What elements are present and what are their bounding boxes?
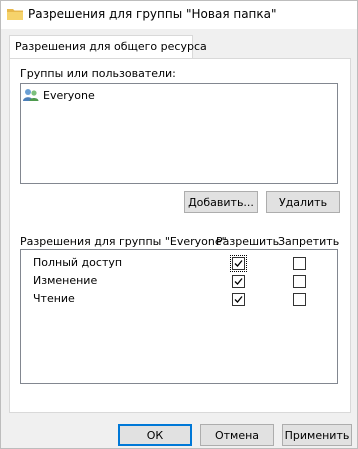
allow-checkbox-full-control[interactable] xyxy=(230,255,247,272)
ok-button[interactable]: ОК xyxy=(118,424,192,446)
permission-name: Изменение xyxy=(33,274,98,287)
permissions-header: Разрешения для группы "Everyone" xyxy=(20,235,227,248)
groups-label: Группы или пользователи: xyxy=(20,67,176,80)
permission-name: Чтение xyxy=(33,292,75,305)
allow-column-header: Разрешить xyxy=(216,235,280,248)
permission-row-change: Изменение xyxy=(21,273,337,291)
deny-checkbox-full-control[interactable] xyxy=(293,257,306,270)
users-icon xyxy=(23,88,39,102)
list-item-label: Everyone xyxy=(43,88,95,102)
deny-column-header: Запретить xyxy=(278,235,340,248)
apply-button[interactable]: Применить xyxy=(282,424,352,446)
title-bar: Разрешения для группы "Новая папка" xyxy=(1,1,357,29)
tab-panel: Группы или пользователи: Everyone Добави… xyxy=(9,58,351,413)
list-item[interactable]: Everyone xyxy=(23,86,95,104)
permission-name: Полный доступ xyxy=(33,256,123,269)
window-title: Разрешения для группы "Новая папка" xyxy=(28,7,277,21)
folder-icon xyxy=(7,7,23,21)
deny-checkbox-change[interactable] xyxy=(293,275,306,288)
cancel-button[interactable]: Отмена xyxy=(200,424,274,446)
tab-share-permissions[interactable]: Разрешения для общего ресурса xyxy=(9,35,207,58)
permission-row-read: Чтение xyxy=(21,291,337,309)
allow-checkbox-read[interactable] xyxy=(232,293,245,306)
deny-checkbox-read[interactable] xyxy=(293,293,306,306)
allow-checkbox-change[interactable] xyxy=(232,275,245,288)
remove-button[interactable]: Удалить xyxy=(266,191,340,213)
tab-bar: Разрешения для общего ресурса xyxy=(9,35,351,59)
permissions-list: Полный доступ Изменение Чтение xyxy=(20,249,338,384)
permissions-dialog: Разрешения для группы "Новая папка" Разр… xyxy=(0,0,358,449)
groups-listbox[interactable]: Everyone xyxy=(20,83,338,184)
permission-row-full-control: Полный доступ xyxy=(21,255,337,273)
add-button[interactable]: Добавить... xyxy=(184,191,258,213)
